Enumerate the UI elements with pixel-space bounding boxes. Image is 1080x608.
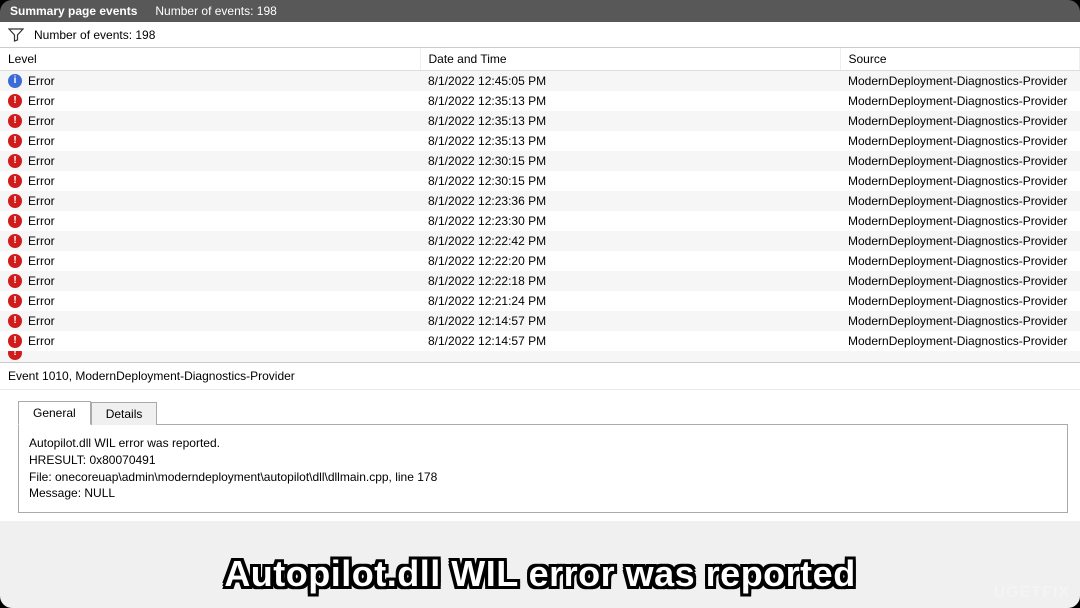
events-table-wrap[interactable]: Level Date and Time Source i Error 8/1/202…	[0, 48, 1080, 363]
info-icon: i	[8, 74, 22, 88]
level-label: Error	[28, 74, 55, 88]
table-row[interactable]: ! Error 8/1/2022 12:22:20 PMModernDeployme…	[0, 251, 1080, 271]
source-cell: ModernDeployment-Diagnostics-Provider	[840, 231, 1080, 251]
level-label: Error	[28, 274, 55, 288]
date-cell: 8/1/2022 12:21:24 PM	[420, 291, 840, 311]
error-icon: !	[8, 194, 22, 208]
col-header-date[interactable]: Date and Time	[420, 48, 840, 71]
table-row[interactable]: !	[0, 351, 1080, 364]
source-cell: ModernDeployment-Diagnostics-Provider	[840, 311, 1080, 331]
error-icon: !	[8, 334, 22, 348]
caption-band: Autopilot.dll WIL error was reported	[0, 540, 1080, 608]
source-cell: ModernDeployment-Diagnostics-Provider	[840, 271, 1080, 291]
details-tabs: General Details	[0, 390, 1080, 424]
summary-bar: Summary page events Number of events: 19…	[0, 0, 1080, 22]
table-row[interactable]: ! Error 8/1/2022 12:30:15 PMModernDeployme…	[0, 171, 1080, 191]
error-icon: !	[8, 134, 22, 148]
error-icon: !	[8, 274, 22, 288]
source-cell: ModernDeployment-Diagnostics-Provider	[840, 111, 1080, 131]
event-viewer-frame: Summary page events Number of events: 19…	[0, 0, 1080, 608]
details-pane: Event 1010, ModernDeployment-Diagnostics…	[0, 363, 1080, 521]
source-cell: ModernDeployment-Diagnostics-Provider	[840, 91, 1080, 111]
date-cell: 8/1/2022 12:23:36 PM	[420, 191, 840, 211]
table-row[interactable]: ! Error 8/1/2022 12:35:13 PMModernDeployme…	[0, 111, 1080, 131]
source-cell: ModernDeployment-Diagnostics-Provider	[840, 131, 1080, 151]
error-icon: !	[8, 234, 22, 248]
details-header: Event 1010, ModernDeployment-Diagnostics…	[0, 363, 1080, 390]
date-cell: 8/1/2022 12:22:18 PM	[420, 271, 840, 291]
col-header-source[interactable]: Source	[840, 48, 1080, 71]
error-icon: !	[8, 154, 22, 168]
date-cell: 8/1/2022 12:14:57 PM	[420, 331, 840, 351]
watermark: UGETFIX	[994, 584, 1070, 602]
error-icon: !	[8, 254, 22, 268]
level-label: Error	[28, 94, 55, 108]
level-label: Error	[28, 334, 55, 348]
level-label: Error	[28, 314, 55, 328]
error-icon: !	[8, 174, 22, 188]
table-row[interactable]: ! Error 8/1/2022 12:30:15 PMModernDeployme…	[0, 151, 1080, 171]
error-icon: !	[8, 294, 22, 308]
level-label: Error	[28, 294, 55, 308]
details-line: Autopilot.dll WIL error was reported.	[29, 435, 1057, 452]
source-cell: ModernDeployment-Diagnostics-Provider	[840, 291, 1080, 311]
table-row[interactable]: ! Error 8/1/2022 12:23:36 PMModernDeployme…	[0, 191, 1080, 211]
level-label: Error	[28, 194, 55, 208]
date-cell: 8/1/2022 12:45:05 PM	[420, 71, 840, 91]
error-icon: !	[8, 351, 22, 360]
source-cell: ModernDeployment-Diagnostics-Provider	[840, 251, 1080, 271]
error-icon: !	[8, 214, 22, 228]
level-label: Error	[28, 174, 55, 188]
summary-count: Number of events: 198	[155, 4, 276, 18]
error-icon: !	[8, 94, 22, 108]
date-cell: 8/1/2022 12:35:13 PM	[420, 91, 840, 111]
level-label: Error	[28, 114, 55, 128]
filter-bar: Number of events: 198	[0, 22, 1080, 48]
funnel-icon[interactable]	[8, 27, 24, 43]
details-line: HRESULT: 0x80070491	[29, 452, 1057, 469]
table-row[interactable]: ! Error 8/1/2022 12:14:57 PMModernDeployme…	[0, 311, 1080, 331]
date-cell: 8/1/2022 12:30:15 PM	[420, 151, 840, 171]
source-cell: ModernDeployment-Diagnostics-Provider	[840, 331, 1080, 351]
tab-general[interactable]: General	[18, 401, 91, 425]
error-icon: !	[8, 114, 22, 128]
table-header-row: Level Date and Time Source	[0, 48, 1080, 71]
date-cell: 8/1/2022 12:35:13 PM	[420, 111, 840, 131]
source-cell: ModernDeployment-Diagnostics-Provider	[840, 171, 1080, 191]
col-header-level[interactable]: Level	[0, 48, 420, 71]
details-line: Message: NULL	[29, 485, 1057, 502]
table-row[interactable]: ! Error 8/1/2022 12:22:18 PMModernDeployme…	[0, 271, 1080, 291]
date-cell: 8/1/2022 12:35:13 PM	[420, 131, 840, 151]
source-cell: ModernDeployment-Diagnostics-Provider	[840, 211, 1080, 231]
table-row[interactable]: ! Error 8/1/2022 12:21:24 PMModernDeployme…	[0, 291, 1080, 311]
level-label: Error	[28, 234, 55, 248]
source-cell: ModernDeployment-Diagnostics-Provider	[840, 151, 1080, 171]
date-cell: 8/1/2022 12:14:57 PM	[420, 311, 840, 331]
caption-text: Autopilot.dll WIL error was reported	[224, 553, 855, 595]
error-icon: !	[8, 314, 22, 328]
date-cell: 8/1/2022 12:22:20 PM	[420, 251, 840, 271]
details-line: File: onecoreuap\admin\moderndeployment\…	[29, 469, 1057, 486]
table-row[interactable]: i Error 8/1/2022 12:45:05 PMModernDeployme…	[0, 71, 1080, 91]
table-row[interactable]: ! Error 8/1/2022 12:23:30 PMModernDeployme…	[0, 211, 1080, 231]
table-row[interactable]: ! Error 8/1/2022 12:14:57 PMModernDeployme…	[0, 331, 1080, 351]
level-label: Error	[28, 134, 55, 148]
filter-count: Number of events: 198	[34, 28, 155, 42]
summary-title: Summary page events	[10, 4, 137, 18]
tab-details[interactable]: Details	[91, 402, 158, 425]
table-row[interactable]: ! Error 8/1/2022 12:35:13 PMModernDeployme…	[0, 131, 1080, 151]
level-label: Error	[28, 214, 55, 228]
table-row[interactable]: ! Error 8/1/2022 12:22:42 PMModernDeployme…	[0, 231, 1080, 251]
source-cell: ModernDeployment-Diagnostics-Provider	[840, 71, 1080, 91]
date-cell: 8/1/2022 12:23:30 PM	[420, 211, 840, 231]
date-cell: 8/1/2022 12:30:15 PM	[420, 171, 840, 191]
table-row[interactable]: ! Error 8/1/2022 12:35:13 PMModernDeployme…	[0, 91, 1080, 111]
source-cell: ModernDeployment-Diagnostics-Provider	[840, 191, 1080, 211]
date-cell: 8/1/2022 12:22:42 PM	[420, 231, 840, 251]
level-label: Error	[28, 254, 55, 268]
general-panel: Autopilot.dll WIL error was reported.HRE…	[18, 424, 1068, 513]
level-label: Error	[28, 154, 55, 168]
events-table: Level Date and Time Source i Error 8/1/202…	[0, 48, 1080, 363]
